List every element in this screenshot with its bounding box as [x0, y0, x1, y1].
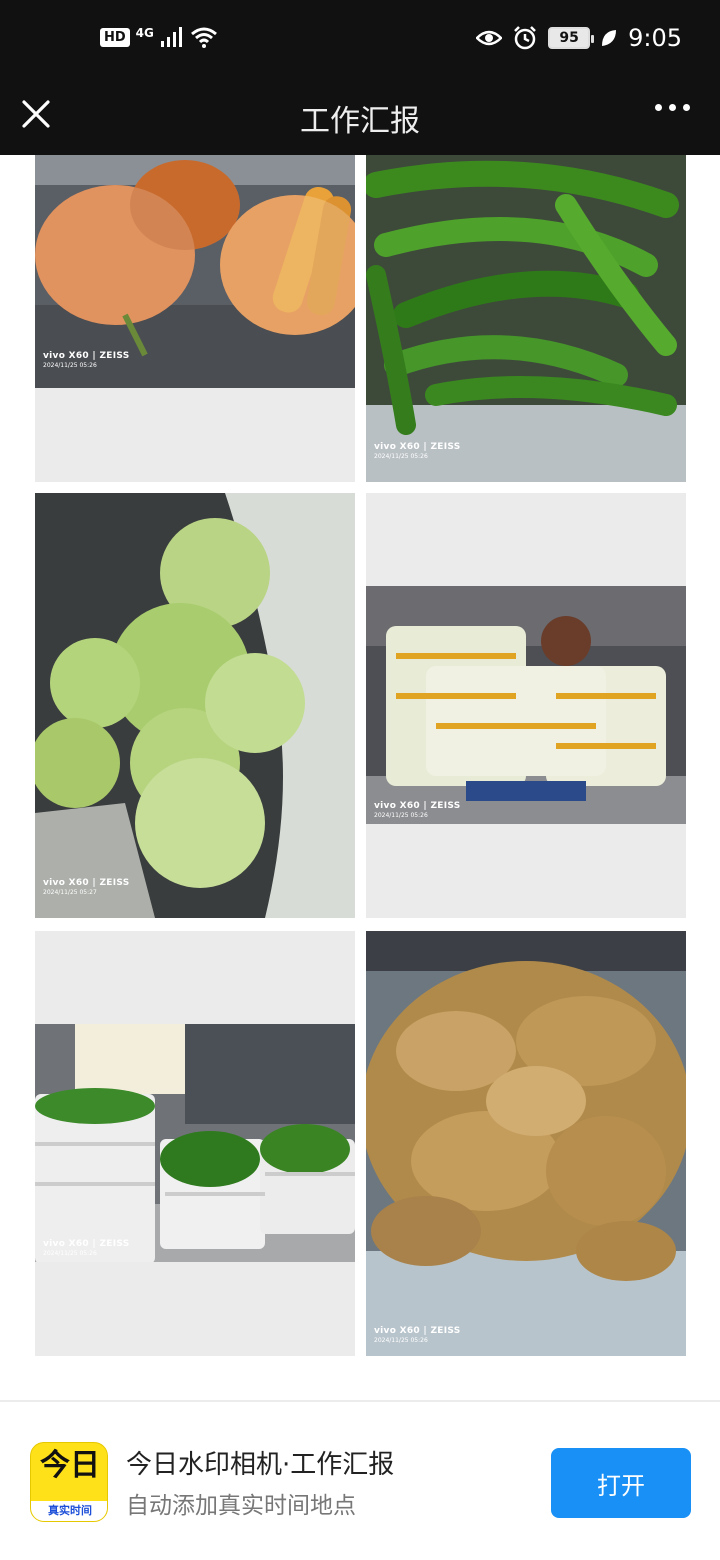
signal-icon — [160, 27, 182, 47]
app-icon-band: 真实时间 — [31, 1501, 107, 1521]
photo-tile-ginger[interactable]: vivo X60 | ZEISS 2024/11/25 05:26 — [366, 931, 686, 1356]
open-app-button[interactable]: 打开 — [551, 1448, 691, 1518]
app-promo-banner[interactable]: 今日 真实时间 今日水印相机·工作汇报 自动添加真实时间地点 打开 — [0, 1402, 720, 1560]
photo-watermark: vivo X60 | ZEISS 2024/11/25 05:26 — [374, 1326, 461, 1344]
photo-watermark: vivo X60 | ZEISS 2024/11/25 05:26 — [374, 801, 461, 819]
leaf-icon — [602, 30, 617, 46]
photo-leafy-greens — [35, 1024, 355, 1262]
photo-tile-napa-cabbage[interactable]: vivo X60 | ZEISS 2024/11/25 05:26 — [366, 493, 686, 918]
more-icon[interactable] — [655, 104, 690, 111]
eye-icon — [476, 30, 503, 46]
battery-level: 95 — [559, 30, 579, 46]
app-icon-text: 今日 — [40, 1448, 100, 1483]
photo-napa-cabbage — [366, 586, 686, 824]
photo-watermark: vivo X60 | ZEISS 2024/11/25 05:26 — [374, 442, 461, 460]
status-right: 95 9:05 — [476, 24, 682, 52]
promo-subtitle: 自动添加真实时间地点 — [126, 1493, 356, 1519]
photo-watermark: vivo X60 | ZEISS 2024/11/25 05:27 — [43, 878, 130, 896]
hd-badge: HD — [100, 27, 130, 47]
photo-watermark: vivo X60 | ZEISS 2024/11/25 05:26 — [43, 351, 130, 369]
app-icon[interactable]: 今日 真实时间 — [30, 1442, 108, 1522]
promo-title: 今日水印相机·工作汇报 — [126, 1450, 395, 1480]
photo-ginger — [366, 931, 686, 1356]
page-title: 工作汇报 — [300, 104, 420, 139]
network-type: 4G — [135, 26, 154, 40]
photo-cabbages — [35, 493, 355, 918]
status-left: HD 4G — [100, 26, 218, 48]
nav-bar: 工作汇报 — [0, 82, 720, 155]
photo-tile-leafy-greens[interactable]: vivo X60 | ZEISS 2024/11/25 05:26 — [35, 931, 355, 1356]
status-bar: HD 4G 95 9:05 — [0, 0, 720, 82]
photo-grid: vivo X60 | ZEISS 2024/11/25 05:26 vivo X… — [0, 155, 720, 1400]
battery-icon: 95 — [548, 27, 595, 49]
photo-tile-cabbages[interactable]: vivo X60 | ZEISS 2024/11/25 05:27 — [35, 493, 355, 918]
photo-peppers — [366, 155, 686, 482]
clock-time: 9:05 — [628, 24, 682, 52]
wifi-icon — [190, 27, 217, 48]
alarm-icon — [514, 26, 536, 50]
photo-tile-peppers[interactable]: vivo X60 | ZEISS 2024/11/25 05:26 — [366, 155, 686, 482]
photo-watermark: vivo X60 | ZEISS 2024/11/25 05:26 — [43, 1239, 130, 1257]
photo-tile-carrots[interactable]: vivo X60 | ZEISS 2024/11/25 05:26 — [35, 155, 355, 482]
